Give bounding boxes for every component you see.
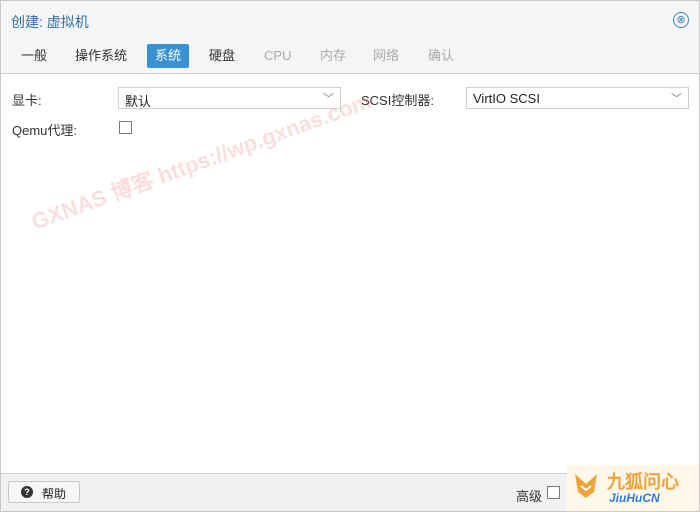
brand-sub: JiuHuCN [609, 491, 660, 505]
system-panel: 显卡: 默认 ﹀ SCSI控制器: VirtIO SCSI ﹀ Qemu代理: … [1, 74, 699, 473]
qemu-agent-checkbox[interactable] [119, 121, 132, 134]
scsi-controller-select[interactable]: VirtIO SCSI ﹀ [466, 87, 689, 109]
scsi-controller-value: VirtIO SCSI [473, 91, 540, 106]
advanced-label: 高级 [516, 489, 543, 504]
create-vm-dialog: 创建: 虚拟机 ⊗ 一般 操作系统 系统 硬盘 CPU 内存 网络 确认 显卡:… [0, 0, 700, 512]
graphics-label: 显卡: [12, 93, 42, 108]
brand-logo: 九狐问心 JiuHuCN [567, 465, 699, 511]
qemu-agent-label: Qemu代理: [12, 123, 78, 138]
graphics-value: 默认 [125, 94, 152, 109]
advanced-checkbox[interactable] [547, 486, 560, 499]
dialog-titlebar: 创建: 虚拟机 ⊗ [1, 1, 699, 39]
tab-general[interactable]: 一般 [13, 44, 55, 68]
tab-memory[interactable]: 内存 [312, 44, 354, 68]
help-icon: ? [21, 486, 33, 498]
fox-icon [575, 474, 597, 498]
help-button[interactable]: ? 帮助 [8, 481, 80, 503]
tab-cpu[interactable]: CPU [256, 44, 299, 68]
tab-disk[interactable]: 硬盘 [201, 44, 243, 68]
help-button-label: 帮助 [42, 487, 67, 501]
close-icon[interactable]: ⊗ [673, 12, 689, 28]
wizard-tabs: 一般 操作系统 系统 硬盘 CPU 内存 网络 确认 [1, 39, 699, 74]
graphics-select[interactable]: 默认 ﹀ [118, 87, 341, 109]
scsi-controller-label: SCSI控制器: [361, 93, 434, 108]
tab-network[interactable]: 网络 [365, 44, 407, 68]
chevron-down-icon: ﹀ [323, 93, 334, 105]
tab-os[interactable]: 操作系统 [67, 44, 135, 68]
dialog-title: 创建: 虚拟机 [11, 14, 89, 30]
tab-system[interactable]: 系统 [147, 44, 190, 68]
chevron-down-icon: ﹀ [671, 93, 682, 105]
tab-confirm[interactable]: 确认 [420, 44, 462, 68]
